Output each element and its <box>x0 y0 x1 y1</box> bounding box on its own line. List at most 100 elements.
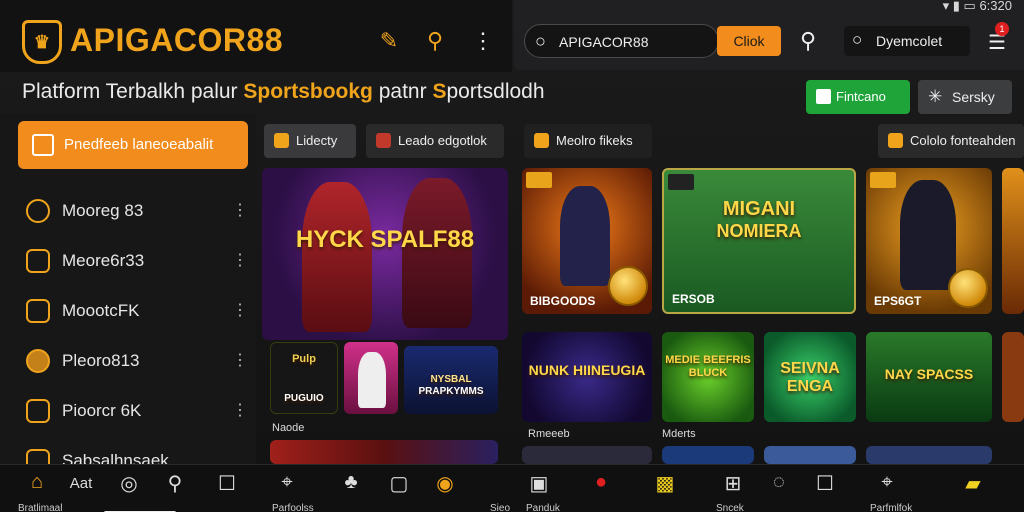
home-label: Bratlimaal <box>18 503 63 512</box>
promo-button[interactable]: Pnedfeeb laneoeabalit <box>18 121 248 169</box>
edit-icon[interactable]: ✎ <box>376 28 402 54</box>
green-action-button[interactable]: Fintcano <box>806 80 910 114</box>
sidebar-item-5[interactable]: Pioorcr 6K ⋮ <box>0 386 256 436</box>
game-thumb-1[interactable]: Pulp PUGUIO <box>270 342 338 414</box>
tag-icon[interactable]: ⌖ <box>272 471 302 494</box>
shield-icon <box>534 133 549 148</box>
art-label[interactable]: Aat <box>66 475 96 492</box>
coupon-icon[interactable]: ▰ <box>958 471 988 496</box>
bubble-icon[interactable]: ◌ <box>764 471 794 494</box>
game-card-6[interactable]: SEIVNA ENGA <box>764 332 856 422</box>
search-input[interactable]: ○ APIGACOR88 <box>524 24 719 58</box>
game-thumb-title: PRAPKYMMS <box>418 386 484 397</box>
game-card-4[interactable]: NUNK HIINEUGIA <box>522 332 652 422</box>
timer-icon <box>26 199 50 223</box>
game-card-5[interactable]: MEDIE BEEFRIS BLUCK <box>662 332 754 422</box>
game-card-footer: BIBGOODS <box>530 294 596 308</box>
header-right: ▾ ▮ ▭ 6:320 ○ APIGACOR88 Cliok ⚲ ○ Dyemc… <box>514 0 1024 70</box>
hero-game-card[interactable]: HYCK SPALF88 <box>262 168 508 340</box>
tab-label: Lidecty <box>296 133 338 148</box>
coin-icon[interactable]: ◉ <box>430 471 460 496</box>
player-figure <box>560 186 610 286</box>
target-icon <box>26 399 50 423</box>
search-icon[interactable]: ⚲ <box>422 28 448 54</box>
coin-icon <box>26 349 50 373</box>
game-card-3[interactable]: EPS6GT <box>866 168 992 314</box>
game-tag <box>870 172 896 188</box>
sidebar-item-label: Pioorcr 6K <box>62 401 142 420</box>
more-icon[interactable]: ⋮ <box>232 250 248 270</box>
bottom-nav: ⌂ Bratlimaal Aat ◎ ⚲ ☐ ⌖ Parfoolss ♣ ▢ ◉… <box>0 464 1024 512</box>
sparkle-icon: ✳ <box>928 87 943 106</box>
game-strip[interactable] <box>522 446 652 464</box>
click-button[interactable]: Cliok <box>717 26 781 56</box>
more-icon[interactable]: ⋮ <box>232 300 248 320</box>
tag-icon[interactable]: ⌖ <box>872 471 902 494</box>
bag-icon[interactable]: ▣ <box>524 471 554 496</box>
tab-meolro[interactable]: Meolro fikeks <box>524 124 652 158</box>
game-strip[interactable] <box>866 446 992 464</box>
record-icon[interactable]: ● <box>586 471 616 494</box>
player-figure <box>302 182 372 332</box>
more-icon[interactable]: ⋮ <box>232 200 248 220</box>
home-icon[interactable]: ⌂ <box>22 471 52 494</box>
game-card-edge[interactable] <box>1002 168 1024 314</box>
group-icon[interactable]: ♣ <box>336 471 366 494</box>
sidebar-item-label: Meore6r33 <box>62 251 145 270</box>
game-tag <box>526 172 552 188</box>
app-root: ♛ APIGACOR88 ✎ ⚲ ⋮ ▾ ▮ ▭ 6:320 ○ APIGACO… <box>0 0 1024 512</box>
sidebar-item-2[interactable]: Meore6r33 ⋮ <box>0 236 256 286</box>
search-input-text: APIGACOR88 <box>559 34 649 50</box>
tab-cololo[interactable]: Cololo fonteahden <box>878 124 1024 158</box>
category-label: Parfoolss <box>272 503 314 512</box>
signal-icon: ▮ <box>952 0 960 13</box>
tab-label: Leado edgotlok <box>398 133 487 148</box>
secondary-search-text: Dyemcolet <box>876 33 943 49</box>
sidebar-item-4[interactable]: Pleoro813 ⋮ <box>0 336 256 386</box>
game-strip[interactable] <box>270 440 498 464</box>
secondary-search[interactable]: ○ Dyemcolet <box>844 26 970 56</box>
compass-icon[interactable]: ◎ <box>114 471 144 496</box>
tagline-part4: S <box>432 80 447 103</box>
game-card-title: MEDIE BEEFRIS BLUCK <box>665 354 751 379</box>
magnifier-icon[interactable]: ⚲ <box>800 28 816 54</box>
box-icon <box>32 134 54 156</box>
card-icon <box>376 133 391 148</box>
tab-lidecty[interactable]: Lidecty <box>264 124 356 158</box>
game-tag <box>668 174 694 190</box>
gray-action-button[interactable]: ✳ Sersky <box>918 80 1012 114</box>
logo-badge-icon: ♛ <box>22 20 62 64</box>
sidebar-item-3[interactable]: MoootcFK ⋮ <box>0 286 256 336</box>
ticket-icon[interactable]: ▩ <box>650 471 680 496</box>
sidebar: Pnedfeeb laneoeabalit Mooreg 83 ⋮ Meore6… <box>0 114 256 473</box>
sidebar-item-label: Pleoro813 <box>62 351 140 370</box>
more-vertical-icon[interactable]: ⋮ <box>470 28 496 54</box>
chat-icon[interactable]: ☐ <box>212 471 242 496</box>
sidebar-item-1[interactable]: Mooreg 83 ⋮ <box>0 186 256 236</box>
checkbox-icon <box>816 89 831 104</box>
game-card-2[interactable]: MIGANI NOMIERA ERSOB <box>662 168 856 314</box>
grid-icon[interactable]: ⊞ <box>718 471 748 496</box>
coin-icon <box>608 266 648 306</box>
search-icon[interactable]: ⚲ <box>160 471 190 496</box>
game-card-1[interactable]: BIBGOODS <box>522 168 652 314</box>
game-thumb-2[interactable] <box>344 342 398 414</box>
more-icon[interactable]: ⋮ <box>232 350 248 370</box>
promo-label: Pnedfeeb laneoeabalit <box>64 136 214 153</box>
square-icon[interactable]: ▢ <box>384 471 414 496</box>
battery-icon: ▭ <box>963 0 976 13</box>
game-card-7[interactable]: NAY SPACSS <box>866 332 992 422</box>
game-thumb-3[interactable]: NYSBAL PRAPKYMMS <box>404 346 498 414</box>
game-strip[interactable] <box>764 446 856 464</box>
game-strip[interactable] <box>662 446 754 464</box>
tab-leado[interactable]: Leado edgotlok <box>366 124 504 158</box>
player-figure <box>900 180 956 290</box>
more-icon[interactable]: ⋮ <box>232 400 248 420</box>
promo-label: Parfmlfok <box>870 503 913 512</box>
chat-icon[interactable]: ☐ <box>810 471 840 496</box>
tagline-part5: portsdlodh <box>446 80 545 103</box>
game-card-title: NAY SPACSS <box>884 366 974 382</box>
notification-badge: 1 <box>995 22 1009 36</box>
row-label-a: Rmeeeb <box>528 428 570 440</box>
game-card-edge[interactable] <box>1002 332 1024 422</box>
